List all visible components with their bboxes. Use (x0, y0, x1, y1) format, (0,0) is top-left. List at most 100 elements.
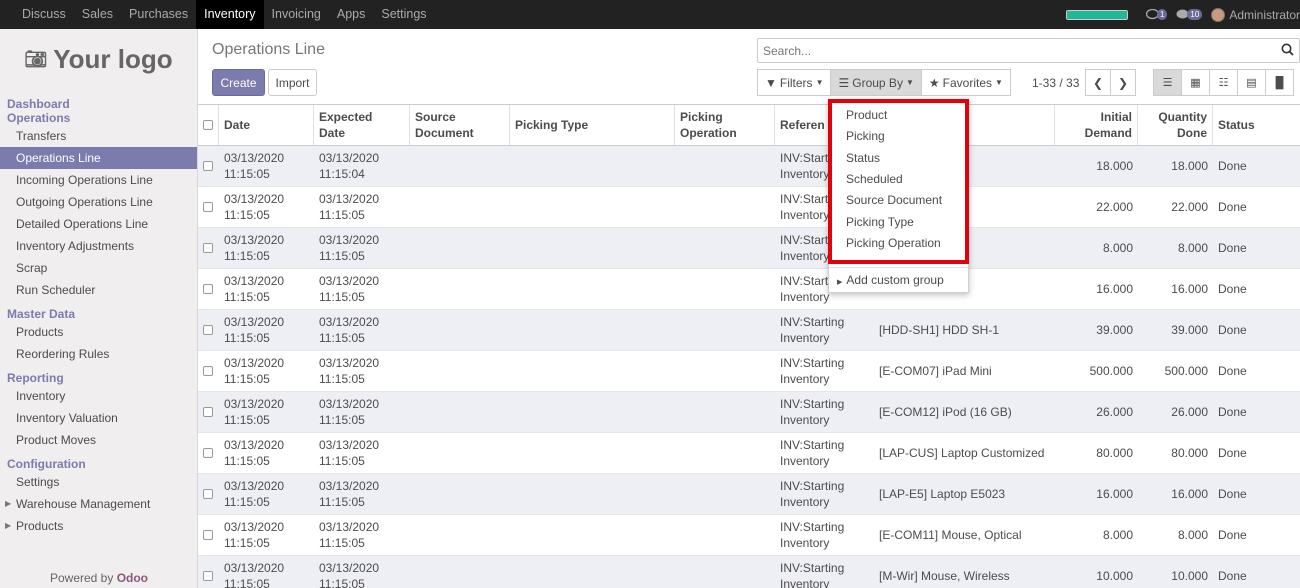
cell-picking-type[interactable] (510, 146, 675, 186)
cell-reference[interactable]: INV:Starting Inventory (775, 556, 874, 588)
menu-invoicing[interactable]: Invoicing (264, 0, 329, 29)
search-icon[interactable] (1275, 43, 1299, 59)
cell-picking-type[interactable] (510, 269, 675, 309)
groupby-source-document[interactable]: Source Document (846, 190, 942, 210)
cell-status[interactable]: Done (1213, 228, 1300, 268)
cell-quantity-done[interactable]: 26.000 (1138, 392, 1213, 432)
col-picking-operation[interactable]: Picking Operation (675, 105, 775, 145)
favorites-button[interactable]: ★ Favorites ▼ (920, 69, 1011, 96)
cell-status[interactable]: Done (1213, 515, 1300, 555)
groupby-picking-type[interactable]: Picking Type (846, 212, 914, 232)
cell-status[interactable]: Done (1213, 556, 1300, 588)
groupby-status[interactable]: Status (846, 148, 880, 168)
menu-sales[interactable]: Sales (74, 0, 121, 29)
cell-expected-date[interactable]: 03/13/2020 11:15:05 (314, 433, 410, 473)
create-button[interactable]: Create (212, 69, 265, 96)
cell-date[interactable]: 03/13/2020 11:15:05 (219, 269, 314, 309)
cell-picking-operation[interactable] (675, 433, 775, 473)
groupby-scheduled[interactable]: Scheduled (846, 169, 903, 189)
cell-expected-date[interactable]: 03/13/2020 11:15:05 (314, 556, 410, 588)
sidebar-item-inventory-report[interactable]: Inventory (0, 385, 197, 407)
cell-initial-demand[interactable]: 8.000 (1055, 228, 1138, 268)
cell-initial-demand[interactable]: 18.000 (1055, 146, 1138, 186)
cell-expected-date[interactable]: 03/13/2020 11:15:05 (314, 228, 410, 268)
cell-source-document[interactable] (410, 351, 510, 391)
select-all-checkbox[interactable] (203, 120, 213, 130)
groupby-product[interactable]: Product (846, 105, 887, 125)
cell-quantity-done[interactable]: 8.000 (1138, 228, 1213, 268)
sidebar-item-inventory-valuation[interactable]: Inventory Valuation (0, 407, 197, 429)
cell-picking-type[interactable] (510, 515, 675, 555)
cell-source-document[interactable] (410, 269, 510, 309)
col-picking-type[interactable]: Picking Type (510, 105, 675, 145)
cell-picking-operation[interactable] (675, 269, 775, 309)
table-row[interactable]: 03/13/2020 11:15:05 03/13/2020 11:15:05 INV:… (198, 515, 1300, 556)
cell-reference[interactable]: INV:Starting Inventory (775, 515, 874, 555)
list-view-button[interactable]: ☰ (1153, 69, 1182, 96)
menu-inventory[interactable]: Inventory (196, 0, 264, 29)
cell-picking-operation[interactable] (675, 351, 775, 391)
graph-view-button[interactable]: █ (1265, 69, 1294, 96)
col-initial-demand[interactable]: Initial Demand (1055, 105, 1138, 145)
cell-initial-demand[interactable]: 39.000 (1055, 310, 1138, 350)
cell-date[interactable]: 03/13/2020 11:15:05 (219, 474, 314, 514)
sidebar-item-product-moves[interactable]: Product Moves (0, 429, 197, 451)
cell-date[interactable]: 03/13/2020 11:15:05 (219, 515, 314, 555)
cell-quantity-done[interactable]: 8.000 (1138, 515, 1213, 555)
search-input[interactable] (763, 43, 1275, 58)
table-row[interactable]: 03/13/2020 11:15:05 03/13/2020 11:15:05 INV:… (198, 228, 1300, 269)
row-checkbox[interactable] (203, 407, 213, 417)
row-checkbox[interactable] (203, 489, 213, 499)
cell-initial-demand[interactable]: 22.000 (1055, 187, 1138, 227)
col-quantity-done[interactable]: Quantity Done (1138, 105, 1213, 145)
cell-status[interactable]: Done (1213, 433, 1300, 473)
sidebar-section-dashboard[interactable]: Dashboard (0, 97, 197, 111)
cell-picking-operation[interactable] (675, 228, 775, 268)
cell-picking-operation[interactable] (675, 187, 775, 227)
cell-initial-demand[interactable]: 26.000 (1055, 392, 1138, 432)
table-row[interactable]: 03/13/2020 11:15:05 03/13/2020 11:15:05 INV:… (198, 269, 1300, 310)
cell-picking-operation[interactable] (675, 556, 775, 588)
sidebar-item-outgoing-operations-line[interactable]: Outgoing Operations Line (0, 191, 197, 213)
cell-source-document[interactable] (410, 392, 510, 432)
cell-source-document[interactable] (410, 310, 510, 350)
sidebar-item-reordering-rules[interactable]: Reordering Rules (0, 343, 197, 365)
chat-notification[interactable]: 1 (1145, 9, 1168, 20)
row-checkbox[interactable] (203, 571, 213, 581)
cell-quantity-done[interactable]: 16.000 (1138, 474, 1213, 514)
import-button[interactable]: Import (268, 69, 317, 96)
cell-picking-type[interactable] (510, 187, 675, 227)
cell-picking-type[interactable] (510, 433, 675, 473)
pivot-view-button[interactable]: ▦ (1181, 69, 1210, 96)
sidebar-item-operations-line[interactable]: Operations Line (0, 147, 197, 169)
cell-date[interactable]: 03/13/2020 11:15:05 (219, 187, 314, 227)
cell-source-document[interactable] (410, 187, 510, 227)
cell-quantity-done[interactable]: 16.000 (1138, 269, 1213, 309)
cell-expected-date[interactable]: 03/13/2020 11:15:05 (314, 351, 410, 391)
cell-status[interactable]: Done (1213, 187, 1300, 227)
sidebar-item-transfers[interactable]: Transfers (0, 125, 197, 147)
cell-product[interactable]: [M-Wir] Mouse, Wireless (874, 556, 1055, 588)
cell-date[interactable]: 03/13/2020 11:15:05 (219, 556, 314, 588)
onboarding-progress-bar[interactable] (1065, 9, 1128, 20)
cell-expected-date[interactable]: 03/13/2020 11:15:05 (314, 392, 410, 432)
cell-source-document[interactable] (410, 228, 510, 268)
sidebar-item-warehouse-management[interactable]: ▶ Warehouse Management (0, 493, 197, 515)
cell-date[interactable]: 03/13/2020 11:15:05 (219, 351, 314, 391)
cell-product[interactable]: [HDD-SH1] HDD SH-1 (874, 310, 1055, 350)
cell-quantity-done[interactable]: 500.000 (1138, 351, 1213, 391)
cell-initial-demand[interactable]: 500.000 (1055, 351, 1138, 391)
cell-picking-operation[interactable] (675, 474, 775, 514)
pager-value[interactable]: 1-33 / 33 (1032, 76, 1079, 90)
cell-initial-demand[interactable]: 80.000 (1055, 433, 1138, 473)
cell-expected-date[interactable]: 03/13/2020 11:15:05 (314, 515, 410, 555)
cell-source-document[interactable] (410, 146, 510, 186)
table-row[interactable]: 03/13/2020 11:15:05 03/13/2020 11:15:05 INV:… (198, 351, 1300, 392)
cell-expected-date[interactable]: 03/13/2020 11:15:05 (314, 269, 410, 309)
col-date[interactable]: Date (219, 105, 314, 145)
row-checkbox[interactable] (203, 202, 213, 212)
cell-picking-type[interactable] (510, 351, 675, 391)
cell-reference[interactable]: INV:Starting Inventory (775, 474, 874, 514)
powered-by[interactable]: Powered by Odoo (0, 571, 198, 585)
cell-product[interactable]: [E-COM11] Mouse, Optical (874, 515, 1055, 555)
